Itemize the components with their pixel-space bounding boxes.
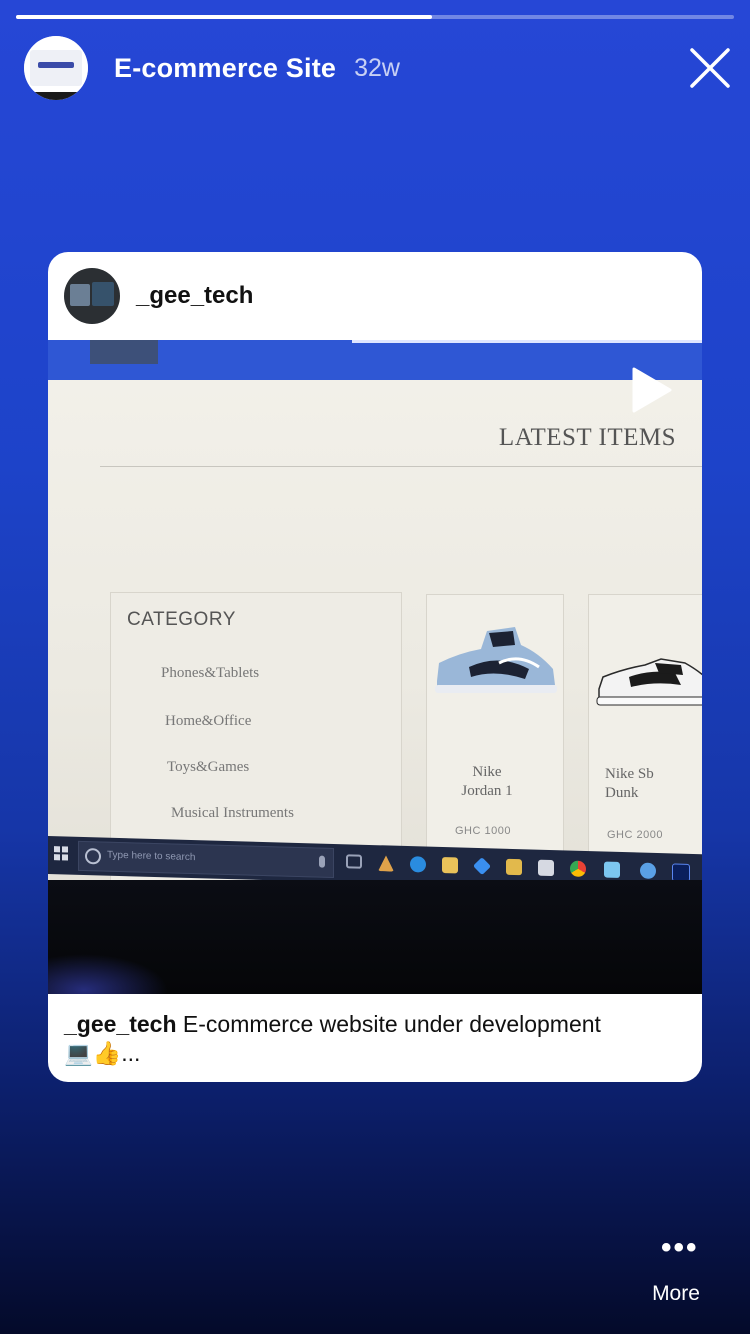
latest-items-heading: LATEST ITEMS bbox=[498, 424, 676, 451]
more-button[interactable]: ••• More bbox=[636, 1231, 716, 1318]
chrome-icon bbox=[570, 860, 586, 878]
product-name: Jordan 1 bbox=[461, 783, 513, 799]
product-price: GHC 2000 bbox=[607, 829, 663, 841]
taskbar-search: Type here to search bbox=[78, 840, 334, 878]
category-item: Phones&Tablets bbox=[161, 665, 260, 681]
story-age: 32w bbox=[354, 53, 400, 82]
close-button[interactable] bbox=[688, 46, 732, 90]
account-name[interactable]: E-commerce Site bbox=[114, 53, 336, 84]
product-name: Nike bbox=[472, 764, 502, 780]
microphone-icon bbox=[319, 855, 325, 868]
dropbox-icon bbox=[472, 857, 492, 876]
website-navbar bbox=[48, 340, 702, 380]
story-header: E-commerce Site 32w bbox=[24, 36, 734, 100]
vlc-icon bbox=[378, 855, 394, 871]
app-icon bbox=[640, 862, 656, 879]
close-icon bbox=[690, 48, 730, 88]
task-view-icon bbox=[346, 854, 362, 869]
post-author-avatar[interactable] bbox=[64, 268, 120, 324]
category-item: Home&Office bbox=[165, 713, 252, 729]
more-label: More bbox=[652, 1282, 700, 1305]
ellipsis-icon: ••• bbox=[661, 1231, 699, 1264]
category-item: Toys&Games bbox=[167, 759, 250, 775]
post-header: _gee_tech bbox=[48, 252, 702, 340]
play-icon[interactable] bbox=[630, 366, 674, 414]
caption-ellipsis: ... bbox=[121, 1040, 141, 1066]
post-video[interactable]: LATEST ITEMS CATEGORY Phones&Tablets Hom… bbox=[48, 340, 702, 994]
sneaker-image bbox=[435, 627, 557, 693]
heading-divider bbox=[100, 466, 702, 467]
edge-icon bbox=[410, 856, 426, 873]
taskbar-search-placeholder: Type here to search bbox=[107, 849, 196, 864]
category-title: CATEGORY bbox=[127, 609, 236, 630]
windows-start-icon bbox=[54, 846, 68, 861]
account-avatar[interactable] bbox=[24, 36, 88, 100]
category-item: Musical Instruments bbox=[171, 805, 294, 821]
store-icon bbox=[506, 858, 522, 876]
post-author-username[interactable]: _gee_tech bbox=[136, 282, 253, 310]
product-name: Dunk bbox=[605, 785, 639, 801]
caption-text: E-commerce website under development bbox=[176, 1011, 601, 1037]
cortana-icon bbox=[85, 848, 101, 865]
mail-icon bbox=[538, 859, 554, 877]
product-name: Nike Sb bbox=[605, 766, 654, 782]
sneaker-image bbox=[596, 658, 702, 706]
caption-username[interactable]: _gee_tech bbox=[64, 1011, 177, 1037]
story-progress-fill bbox=[16, 15, 433, 19]
file-explorer-icon bbox=[442, 857, 458, 874]
app-icon bbox=[604, 861, 620, 878]
video-frame-website: LATEST ITEMS CATEGORY Phones&Tablets Hom… bbox=[48, 340, 702, 906]
shared-post-card[interactable]: _gee_tech LATEST ITEMS CATEGORY Phones&T… bbox=[48, 252, 702, 1082]
post-caption[interactable]: _gee_tech E-commerce website under devel… bbox=[64, 1010, 672, 1068]
story-progress-bar bbox=[16, 15, 734, 19]
product-price: GHC 1000 bbox=[455, 825, 511, 837]
caption-emoji: 💻👍 bbox=[64, 1040, 122, 1066]
video-dark-area bbox=[48, 880, 702, 994]
